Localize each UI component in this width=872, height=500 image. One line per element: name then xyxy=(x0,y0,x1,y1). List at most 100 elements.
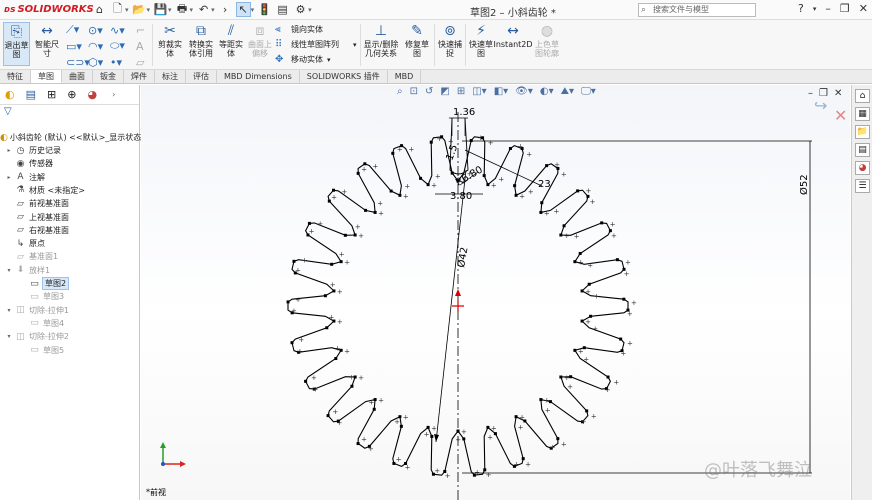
relation-marker[interactable]: + xyxy=(361,165,367,173)
relation-marker[interactable]: + xyxy=(361,436,367,444)
triad-x-arrow[interactable] xyxy=(180,461,186,467)
relation-marker[interactable]: + xyxy=(403,414,409,422)
sketch-point[interactable] xyxy=(576,189,580,193)
sketch-point[interactable] xyxy=(606,375,610,379)
relation-marker[interactable]: + xyxy=(627,310,633,318)
relation-marker[interactable]: + xyxy=(295,296,301,304)
sketch-point[interactable] xyxy=(304,379,308,383)
relation-marker[interactable]: + xyxy=(581,418,587,426)
relation-marker[interactable]: + xyxy=(431,182,437,190)
relation-marker[interactable]: + xyxy=(424,431,430,439)
relation-marker[interactable]: + xyxy=(553,207,559,215)
relation-marker[interactable]: + xyxy=(358,374,364,382)
relation-marker[interactable]: + xyxy=(404,183,410,191)
relation-marker[interactable]: + xyxy=(368,445,374,453)
sketch-point[interactable] xyxy=(559,375,563,379)
dimension-d4[interactable]: 3.80 xyxy=(450,191,472,202)
relation-marker[interactable]: + xyxy=(487,433,493,441)
relation-marker[interactable]: + xyxy=(377,200,383,208)
relation-marker[interactable]: + xyxy=(298,336,304,344)
sketch-point[interactable] xyxy=(356,171,360,175)
relation-marker[interactable]: + xyxy=(394,418,400,426)
sketch-point[interactable] xyxy=(559,233,563,237)
sketch-point[interactable] xyxy=(580,319,584,323)
view-orientation-icon[interactable]: ◫▾ xyxy=(472,86,486,97)
sketch-point[interactable] xyxy=(391,151,395,155)
edit-appearance-icon[interactable]: ◐▾ xyxy=(540,86,554,97)
sketch-point[interactable] xyxy=(356,442,360,446)
relation-marker[interactable]: + xyxy=(605,386,611,394)
relation-marker[interactable]: + xyxy=(311,374,317,382)
relation-marker[interactable]: + xyxy=(396,456,402,464)
dimension-d6[interactable]: Ø52 xyxy=(798,174,810,195)
relation-marker[interactable]: + xyxy=(513,460,519,468)
relation-marker[interactable]: + xyxy=(486,471,492,479)
sketch-point[interactable] xyxy=(556,437,560,441)
zoom-to-fit-icon[interactable]: ⌕ xyxy=(397,86,403,97)
relation-marker[interactable]: + xyxy=(312,386,318,394)
sketch-point[interactable] xyxy=(286,300,290,304)
dimension-d1[interactable]: 1.36 xyxy=(453,107,475,118)
sketch-point[interactable] xyxy=(330,262,334,266)
relation-marker[interactable]: + xyxy=(302,257,308,265)
sketch-point[interactable] xyxy=(307,221,311,225)
dynamic-annotation-icon[interactable]: ⊞ xyxy=(457,86,465,97)
relation-marker[interactable]: + xyxy=(435,173,441,181)
relation-marker[interactable]: + xyxy=(561,441,567,449)
relation-marker[interactable]: + xyxy=(620,349,626,357)
relation-marker[interactable]: + xyxy=(545,406,551,414)
relation-marker[interactable]: + xyxy=(445,472,451,480)
sketch-point[interactable] xyxy=(540,201,544,205)
sketch-point[interactable] xyxy=(373,210,377,214)
relation-marker[interactable]: + xyxy=(330,281,336,289)
view-palette-icon[interactable]: ▤ xyxy=(855,143,870,157)
sketch-point[interactable] xyxy=(339,260,343,264)
sketch-canvas[interactable]: + + + + + + + + + + + + + + + + + + + + + + + + + + + + + + + + + + + + + + + +… xyxy=(0,0,872,500)
relation-marker[interactable]: + xyxy=(491,424,497,432)
relation-marker[interactable]: + xyxy=(574,232,580,240)
relation-marker[interactable]: + xyxy=(519,414,525,422)
sketch-point[interactable] xyxy=(399,424,403,428)
sketch-point[interactable] xyxy=(290,341,294,345)
display-style-icon[interactable]: ◧▾ xyxy=(494,86,508,97)
design-library-icon[interactable]: ▦ xyxy=(855,107,870,121)
sketch-point[interactable] xyxy=(562,224,566,228)
sketch-point[interactable] xyxy=(372,407,376,411)
exit-sketch-confirm-icon[interactable]: ↪ xyxy=(814,96,827,115)
relation-marker[interactable]: + xyxy=(378,209,384,217)
relation-marker[interactable]: + xyxy=(328,313,334,321)
sketch-point[interactable] xyxy=(486,425,490,429)
sketch-point[interactable] xyxy=(325,326,329,330)
sketch-point[interactable] xyxy=(587,282,591,286)
sketch-point[interactable] xyxy=(622,297,626,301)
relation-marker[interactable]: + xyxy=(372,163,378,171)
relation-marker[interactable]: + xyxy=(627,340,633,348)
sketch-point[interactable] xyxy=(556,166,560,170)
sketch-point[interactable] xyxy=(580,289,584,293)
relation-marker[interactable]: + xyxy=(591,413,597,421)
sketch-point[interactable] xyxy=(573,260,577,264)
relation-marker[interactable]: + xyxy=(337,419,343,427)
dimension-arrow[interactable] xyxy=(434,434,439,442)
relation-marker[interactable]: + xyxy=(585,187,591,195)
relation-marker[interactable]: + xyxy=(561,170,567,178)
relation-marker[interactable]: + xyxy=(309,228,315,236)
sketch-point[interactable] xyxy=(398,193,402,197)
relation-marker[interactable]: + xyxy=(526,150,532,158)
relation-marker[interactable]: + xyxy=(317,220,323,228)
custom-properties-icon[interactable]: ☰ xyxy=(855,179,870,193)
sketch-point[interactable] xyxy=(323,294,327,298)
relation-marker[interactable]: + xyxy=(550,443,556,451)
relation-marker[interactable]: + xyxy=(613,378,619,386)
sketch-point[interactable] xyxy=(363,162,367,166)
origin-arrow[interactable] xyxy=(455,289,461,296)
relation-marker[interactable]: + xyxy=(369,399,375,407)
relation-marker[interactable]: + xyxy=(403,192,409,200)
relation-marker[interactable]: + xyxy=(578,259,584,267)
relation-marker[interactable]: + xyxy=(625,258,631,266)
relation-marker[interactable]: + xyxy=(592,325,598,333)
relation-marker[interactable]: + xyxy=(378,397,384,405)
relation-marker[interactable]: + xyxy=(585,318,591,326)
relation-marker[interactable]: + xyxy=(295,266,301,274)
relation-marker[interactable]: + xyxy=(590,198,596,206)
